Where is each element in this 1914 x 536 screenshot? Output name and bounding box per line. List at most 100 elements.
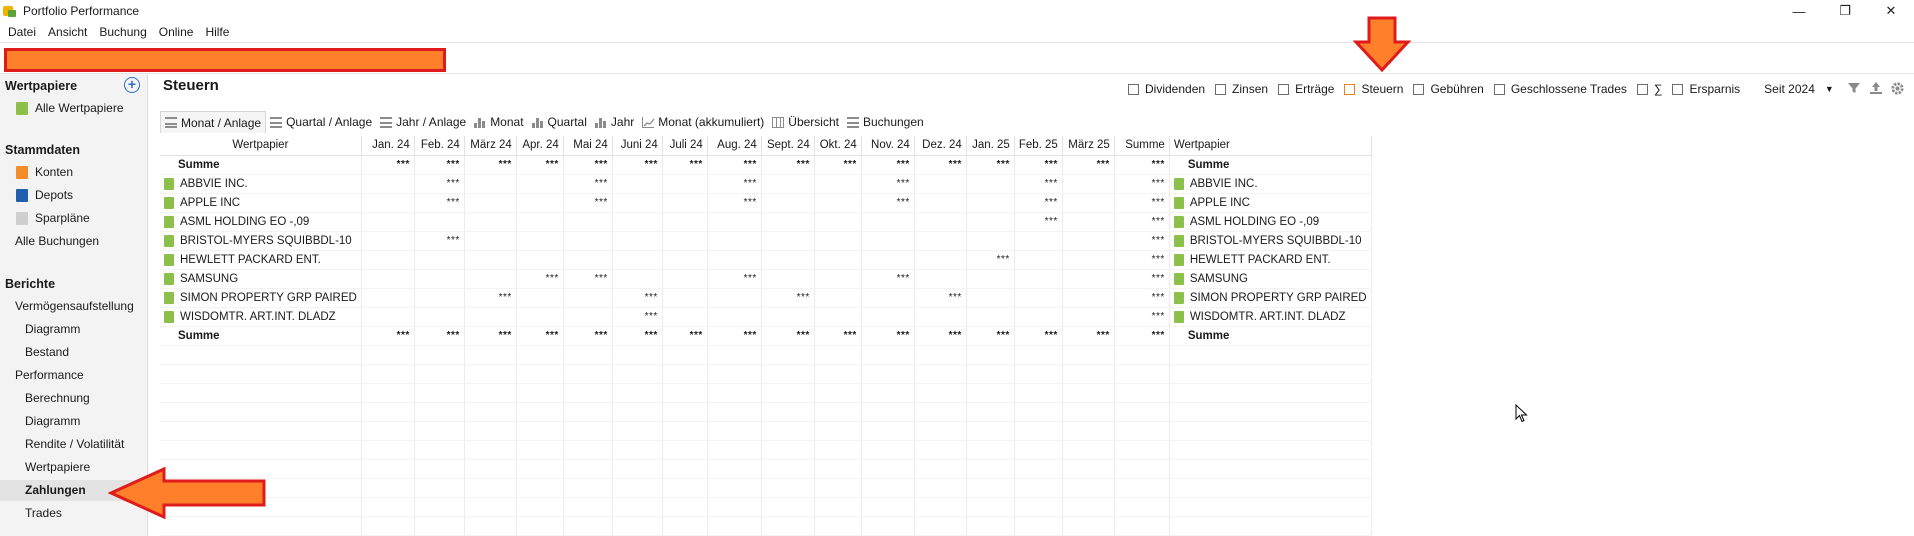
- checkbox[interactable]: [1215, 83, 1227, 95]
- checkbox[interactable]: [1672, 83, 1684, 95]
- tab-jahr[interactable]: Jahr: [591, 111, 638, 133]
- column-header-month[interactable]: März 24: [464, 136, 517, 156]
- tab-quartal-anlage[interactable]: Quartal / Anlage: [266, 111, 376, 133]
- column-header-month[interactable]: Feb. 24: [414, 136, 465, 156]
- column-header-month[interactable]: Apr. 24: [516, 136, 564, 156]
- table-row[interactable]: ASML HOLDING EO -,09 *** *** ASML HOLDING E…: [160, 212, 1372, 232]
- table-row[interactable]: HEWLETT PACKARD ENT. *** *** HEWLETT PACKAR…: [160, 250, 1372, 270]
- empty-row: [160, 364, 1372, 384]
- tab-quartal[interactable]: Quartal: [528, 111, 591, 133]
- sidebar-item-alle-buchungen[interactable]: Alle Buchungen: [15, 231, 99, 251]
- table-row[interactable]: BRISTOL-MYERS SQUIBBDL-10 *** *** BRISTOL-M…: [160, 231, 1372, 251]
- value-cell: ***: [861, 193, 915, 213]
- checkbox[interactable]: [1636, 83, 1648, 95]
- column-header-month[interactable]: Jan. 24: [361, 136, 415, 156]
- filter-geschlossene-trades[interactable]: Geschlossene Trades: [1493, 82, 1627, 96]
- sidebar-item-bestand[interactable]: Bestand: [25, 342, 69, 362]
- column-header-wertpapier[interactable]: Wertpapier ^: [160, 136, 362, 156]
- sidebar-item-performance[interactable]: Performance: [15, 365, 84, 385]
- column-header-month[interactable]: Jan. 25: [966, 136, 1015, 156]
- sum-row[interactable]: Summe *** *** *** *** *** *** *** *** *** *** *** **…: [160, 326, 1372, 346]
- table-row[interactable]: ABBVIE INC. *** *** *** *** *** *** ABBVIE INC.: [160, 174, 1372, 194]
- value-cell: [414, 288, 465, 308]
- column-header-wertpapier-right[interactable]: Wertpapier: [1169, 136, 1372, 156]
- sidebar-item-alle-wertpapiere[interactable]: Alle Wertpapiere: [16, 98, 124, 118]
- value-cell: [761, 231, 815, 251]
- period-dropdown[interactable]: Seit 2024: [1764, 82, 1815, 96]
- column-header-month[interactable]: Aug. 24: [707, 136, 762, 156]
- filter-icon[interactable]: [1846, 81, 1862, 97]
- tab-jahr-anlage[interactable]: Jahr / Anlage: [376, 111, 470, 133]
- menu-buchung[interactable]: Buchung: [93, 25, 152, 39]
- menu-online[interactable]: Online: [153, 25, 200, 39]
- empty-cell: [1169, 478, 1372, 498]
- column-header-summe[interactable]: Summe: [1114, 136, 1170, 156]
- checkbox[interactable]: [1278, 83, 1290, 95]
- export-icon[interactable]: [1868, 81, 1884, 97]
- chevron-down-icon[interactable]: ▼: [1825, 84, 1834, 94]
- gear-icon[interactable]: [1890, 81, 1906, 97]
- filter-dividenden[interactable]: Dividenden: [1128, 82, 1205, 96]
- table-row[interactable]: SIMON PROPERTY GRP PAIRED *** *** *** *** ***…: [160, 288, 1372, 308]
- empty-cell: [414, 364, 465, 384]
- value-cell: ***: [814, 155, 862, 175]
- minimize-button[interactable]: —: [1776, 0, 1822, 22]
- sidebar-item-berechnung[interactable]: Berechnung: [25, 388, 90, 408]
- sum-row[interactable]: Summe *** *** *** *** *** *** *** *** *** *** *** **…: [160, 155, 1372, 175]
- sidebar-item-wertpapiere[interactable]: Wertpapiere: [25, 457, 90, 477]
- filter-gebuehren[interactable]: Gebühren: [1413, 82, 1484, 96]
- filter-ersparnis[interactable]: Ersparnis: [1672, 82, 1740, 96]
- menu-datei[interactable]: Datei: [2, 25, 42, 39]
- empty-cell: [914, 364, 967, 384]
- value-cell: ***: [1062, 155, 1115, 175]
- sidebar-item-konten[interactable]: Konten: [16, 162, 73, 182]
- checkbox[interactable]: [1493, 83, 1505, 95]
- table-row[interactable]: SAMSUNG *** *** *** *** *** SAMSUNG: [160, 269, 1372, 289]
- tab-monat-anlage[interactable]: Monat / Anlage: [160, 111, 267, 133]
- table-row[interactable]: APPLE INC *** *** *** *** *** *** APPLE INC: [160, 193, 1372, 213]
- filter-zinsen[interactable]: Zinsen: [1215, 82, 1268, 96]
- tab-monat-akkumuliert[interactable]: Monat (akkumuliert): [638, 111, 768, 133]
- value-cell: [814, 307, 862, 327]
- checkbox[interactable]: [1128, 83, 1139, 95]
- empty-cell: [1114, 421, 1170, 441]
- value-cell: ***: [563, 174, 613, 194]
- filter-summe[interactable]: ∑: [1636, 82, 1662, 96]
- table-row[interactable]: WISDOMTR. ART.INT. DLADZ *** *** WISDOMTR. …: [160, 307, 1372, 327]
- column-header-month[interactable]: Nov. 24: [861, 136, 915, 156]
- column-header-month[interactable]: März 25: [1062, 136, 1115, 156]
- close-button[interactable]: ✕: [1868, 0, 1914, 22]
- value-cell: [612, 212, 663, 232]
- sidebar-item-diagramm-performance[interactable]: Diagramm: [25, 411, 80, 431]
- menu-hilfe[interactable]: Hilfe: [199, 25, 235, 39]
- column-header-month[interactable]: Okt. 24: [814, 136, 862, 156]
- filter-ertraege[interactable]: Erträge: [1278, 82, 1334, 96]
- filter-steuern[interactable]: Steuern: [1344, 82, 1403, 96]
- sidebar-item-vermoegensaufstellung[interactable]: Vermögensaufstellung: [15, 296, 134, 316]
- column-header-month[interactable]: Juli 24: [662, 136, 708, 156]
- sidebar-item-depots[interactable]: Depots: [16, 185, 73, 205]
- tab-buchungen[interactable]: Buchungen: [843, 111, 928, 133]
- empty-cell: [563, 459, 613, 479]
- add-security-icon[interactable]: +: [124, 77, 140, 93]
- sidebar-item-rendite-volatilitaet[interactable]: Rendite / Volatilität: [25, 434, 124, 454]
- sidebar-item-trades[interactable]: Trades: [25, 503, 62, 523]
- sidebar-item-sparplaene[interactable]: Sparpläne: [16, 208, 90, 228]
- value-cell: [516, 193, 564, 213]
- column-header-month[interactable]: Sept. 24: [761, 136, 815, 156]
- empty-cell: [361, 345, 415, 365]
- restore-button[interactable]: ❐: [1822, 0, 1868, 22]
- tab-monat[interactable]: Monat: [470, 111, 527, 133]
- checkbox[interactable]: [1413, 83, 1425, 95]
- column-header-month[interactable]: Juni 24: [612, 136, 663, 156]
- sidebar-item-zahlungen[interactable]: Zahlungen: [25, 480, 86, 500]
- menu-ansicht[interactable]: Ansicht: [42, 25, 93, 39]
- tab-uebersicht[interactable]: Übersicht: [768, 111, 843, 133]
- value-cell: [1014, 307, 1063, 327]
- column-header-month[interactable]: Feb. 25: [1014, 136, 1063, 156]
- checkbox-checked[interactable]: [1344, 83, 1356, 95]
- value-cell: [966, 269, 1015, 289]
- sidebar-item-diagramm-vermoegen[interactable]: Diagramm: [25, 319, 80, 339]
- column-header-month[interactable]: Mai 24: [563, 136, 613, 156]
- column-header-month[interactable]: Dez. 24: [914, 136, 967, 156]
